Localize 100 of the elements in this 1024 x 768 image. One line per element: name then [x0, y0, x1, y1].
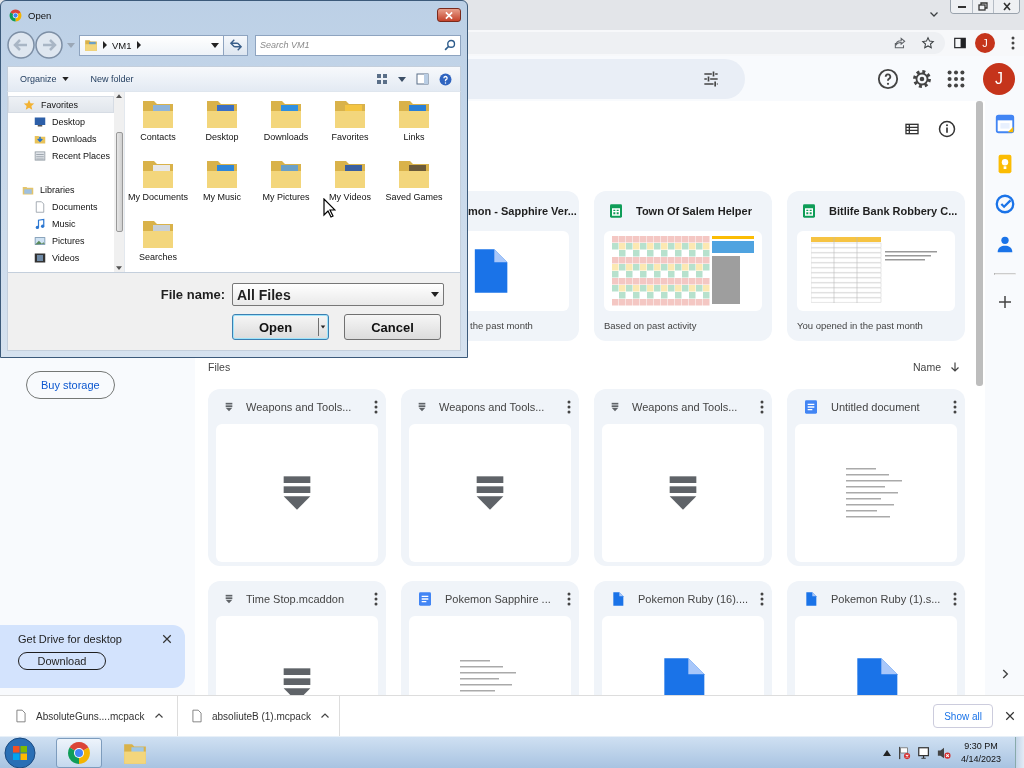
- more-options-icon[interactable]: [567, 591, 571, 606]
- file-card[interactable]: Bitlife Bank Robbery C... You opened in the past month: [787, 191, 965, 341]
- open-button[interactable]: Open: [232, 314, 329, 340]
- caret-icon[interactable]: [398, 76, 406, 82]
- nav-item[interactable]: Libraries: [8, 181, 114, 198]
- nav-item[interactable]: Desktop: [8, 113, 114, 130]
- file-card[interactable]: Pokemon Ruby (16)....: [594, 581, 772, 695]
- triangle-right-icon[interactable]: [136, 41, 141, 49]
- file-card[interactable]: Weapons and Tools...: [208, 389, 386, 566]
- cancel-button[interactable]: Cancel: [344, 314, 441, 340]
- breadcrumb-item[interactable]: VM1: [112, 39, 132, 51]
- round-logo-icon: [67, 740, 91, 765]
- folder-item[interactable]: My Music: [190, 155, 254, 215]
- refresh-button[interactable]: [224, 34, 248, 56]
- caret-icon[interactable]: [211, 42, 219, 48]
- folder-item[interactable]: My Pictures: [254, 155, 318, 215]
- calendar-icon[interactable]: [993, 113, 1016, 135]
- more-options-icon[interactable]: [953, 399, 957, 414]
- side-panel-icon[interactable]: [953, 36, 967, 50]
- star-icon[interactable]: [921, 36, 935, 50]
- file-type-dropdown[interactable]: All Files: [232, 283, 444, 306]
- organize-menu[interactable]: Organize: [20, 74, 69, 84]
- monitor-icon[interactable]: [916, 745, 931, 760]
- restore-button[interactable]: [972, 0, 993, 13]
- close-icon: [1000, 1, 1013, 12]
- nav-item[interactable]: Videos: [8, 249, 114, 266]
- start-button[interactable]: [4, 736, 36, 768]
- triangle-up-icon[interactable]: [882, 749, 891, 756]
- nav-item[interactable]: Music: [8, 215, 114, 232]
- more-options-icon[interactable]: [1011, 36, 1015, 50]
- more-options-icon[interactable]: [567, 399, 571, 414]
- file-card[interactable]: Pokemon Ruby (1).s...: [787, 581, 965, 695]
- more-options-icon[interactable]: [374, 591, 378, 606]
- nav-item[interactable]: Pictures: [8, 232, 114, 249]
- search-icon[interactable]: [444, 38, 456, 51]
- view-grid-icon[interactable]: [376, 73, 388, 85]
- folder-item[interactable]: Searches: [126, 215, 190, 275]
- nav-item[interactable]: Favorites: [8, 96, 114, 113]
- close-icon[interactable]: [161, 633, 173, 645]
- more-options-icon[interactable]: [374, 399, 378, 414]
- document-icon: [417, 590, 433, 607]
- folder-item[interactable]: My Videos: [318, 155, 382, 215]
- show-all-button[interactable]: Show all: [933, 704, 993, 728]
- triangle-right-icon[interactable]: [103, 41, 107, 49]
- close-button[interactable]: [437, 8, 461, 22]
- close-icon[interactable]: [1004, 710, 1016, 722]
- search-field[interactable]: Search VM1: [255, 34, 461, 56]
- check-circle-icon[interactable]: [993, 193, 1016, 215]
- folder-item[interactable]: Downloads: [254, 95, 318, 155]
- film-icon: [34, 251, 46, 264]
- download-item[interactable]: AbsoluteGuns....mcpack: [36, 710, 145, 722]
- folder-item[interactable]: Desktop: [190, 95, 254, 155]
- download-item[interactable]: absoliuteB (1).mcpack: [212, 710, 311, 722]
- taskbar-button[interactable]: [56, 737, 102, 768]
- nav-item[interactable]: Downloads: [8, 130, 114, 147]
- scrollbar[interactable]: [114, 92, 124, 272]
- file-card[interactable]: Weapons and Tools...: [401, 389, 579, 566]
- sort-button[interactable]: Name: [913, 361, 961, 373]
- caret-icon: [61, 77, 69, 81]
- more-options-icon[interactable]: [953, 591, 957, 606]
- nav-item[interactable]: Documents: [8, 198, 114, 215]
- file-icon: [190, 708, 204, 724]
- close-button[interactable]: [993, 0, 1019, 13]
- file-title: Weapons and Tools...: [439, 400, 546, 413]
- help-icon[interactable]: [877, 67, 899, 90]
- info-icon[interactable]: [938, 119, 956, 138]
- minimize-icon: [957, 5, 966, 8]
- file-card[interactable]: Town Of Salem Helper Based on past activity: [594, 191, 772, 341]
- folder-item[interactable]: My Documents: [126, 155, 190, 215]
- file-title: Town Of Salem Helper: [636, 205, 752, 217]
- stacked-arrow-icon: [417, 401, 427, 412]
- scrollbar-thumb[interactable]: [115, 132, 123, 232]
- avatar[interactable]: J: [975, 33, 995, 53]
- file-title: Weapons and Tools...: [632, 400, 739, 413]
- settings-icon[interactable]: [911, 67, 933, 90]
- toolbar-button[interactable]: New folder: [90, 74, 134, 84]
- file-card[interactable]: Time Stop.mcaddon: [208, 581, 386, 695]
- scrollbar-thumb[interactable]: [976, 101, 983, 386]
- file-card[interactable]: Pokemon Sapphire ...: [401, 581, 579, 695]
- address-field[interactable]: VM1: [79, 34, 224, 56]
- file-icon: [803, 590, 819, 607]
- folder-item[interactable]: Favorites: [318, 95, 382, 155]
- folder-item[interactable]: Contacts: [126, 95, 190, 155]
- flag-icon[interactable]: [896, 745, 911, 760]
- share-icon[interactable]: [893, 36, 907, 50]
- more-options-icon[interactable]: [760, 399, 764, 414]
- speaker-icon[interactable]: [936, 745, 951, 760]
- file-card[interactable]: Weapons and Tools...: [594, 389, 772, 566]
- nav-item[interactable]: Recent Places: [8, 147, 114, 164]
- help-icon[interactable]: [439, 72, 452, 86]
- more-options-icon[interactable]: [760, 591, 765, 606]
- document-icon: [803, 398, 819, 415]
- folder-item[interactable]: Links: [382, 95, 446, 155]
- forward-button[interactable]: [35, 31, 63, 59]
- back-button[interactable]: [7, 31, 35, 59]
- avatar[interactable]: J: [983, 62, 1015, 95]
- spreadsheet-icon: [608, 203, 624, 219]
- minimize-button[interactable]: [951, 0, 972, 13]
- suggestion-reason: You opened in the past month: [796, 319, 924, 331]
- file-card[interactable]: Untitled document: [787, 389, 965, 566]
